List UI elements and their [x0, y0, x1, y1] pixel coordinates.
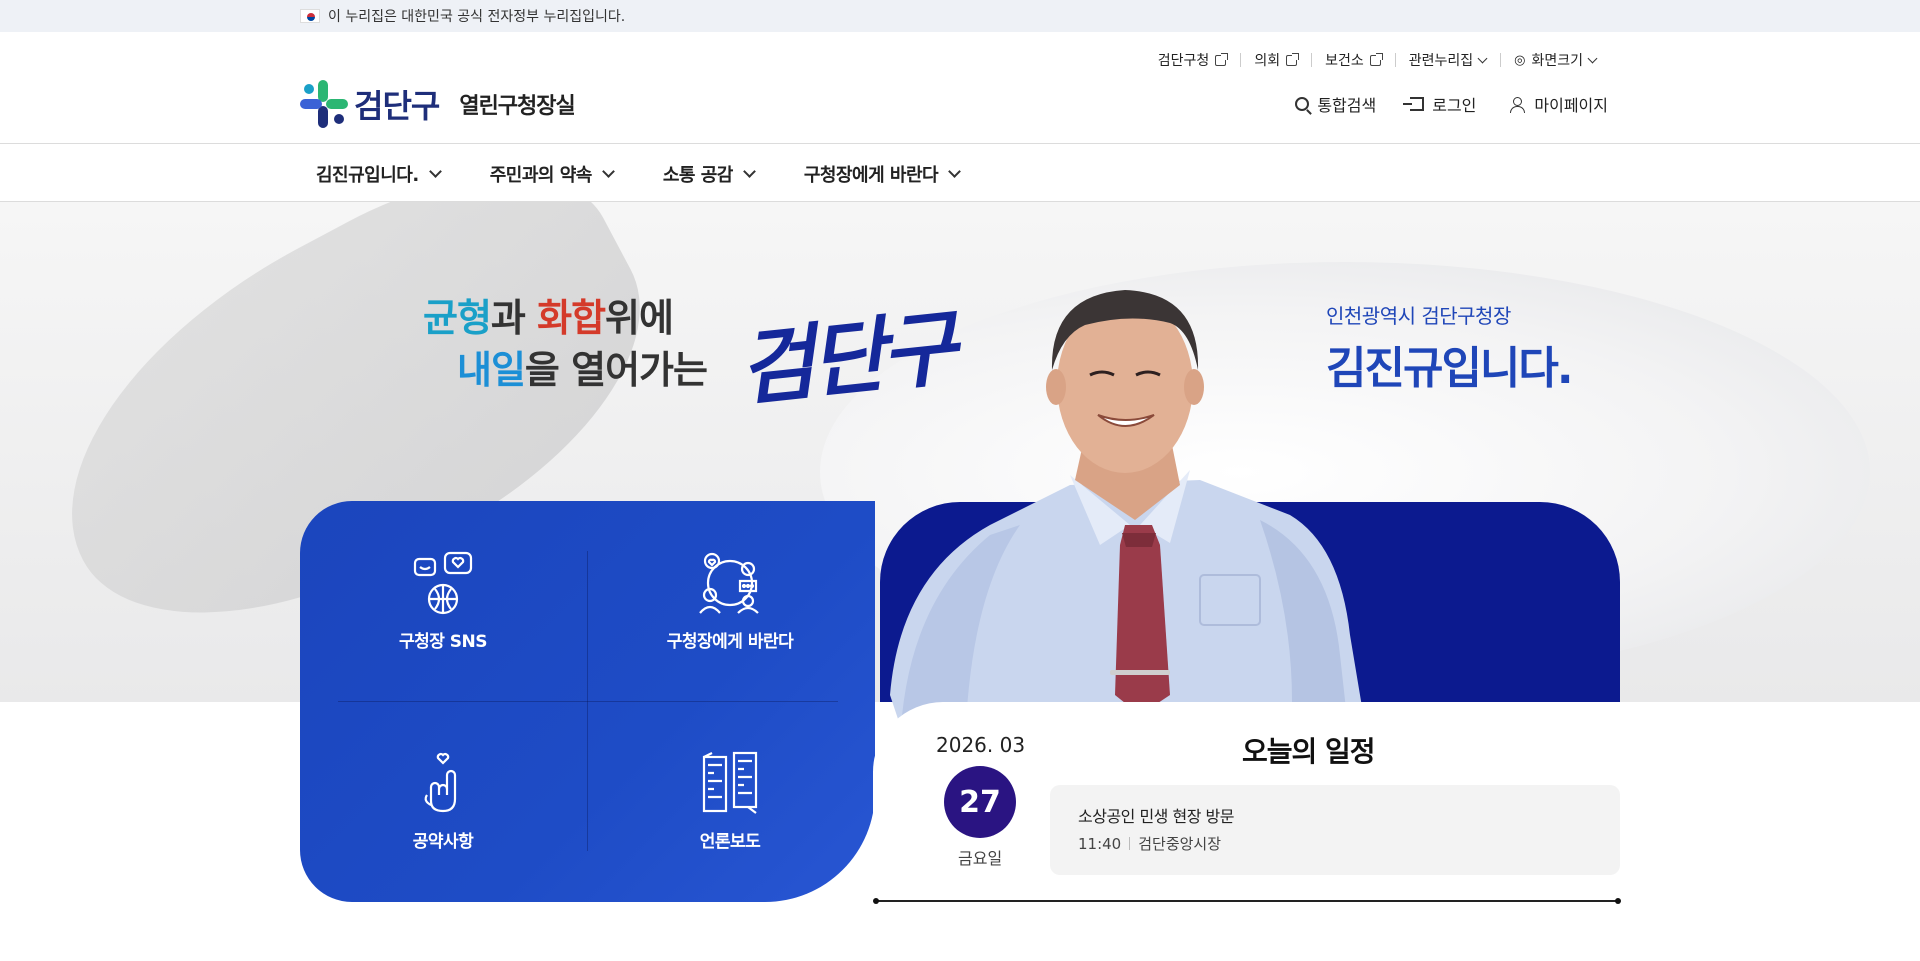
nav-item-communication[interactable]: 소통 공감 [662, 161, 756, 187]
login-button[interactable]: 로그인 [1403, 92, 1477, 116]
schedule-event: 소상공인 민생 현장 방문 [1078, 807, 1234, 826]
korea-flag-icon [300, 9, 320, 23]
schedule-day: 27 [944, 766, 1016, 838]
external-link-icon [1215, 52, 1229, 66]
schedule-time: 11:40 [1078, 834, 1122, 853]
search-icon [1295, 97, 1310, 111]
promise-hand-icon [424, 753, 457, 813]
slogan-word: 균형 [423, 296, 492, 340]
mayor-photo [890, 290, 1370, 755]
dropdown-label: 관련누리집 [1408, 53, 1474, 69]
logo-name: 검단구 [354, 87, 440, 125]
quick-menu-panel: 구청장 SNS 구청장에게 바란다 공약사항 언론보도 [300, 501, 875, 902]
chevron-down-icon [1477, 53, 1488, 63]
slogan-word: 을 열어가는 [524, 348, 708, 392]
nav-label: 주민과의 약속 [489, 164, 593, 186]
schedule-year-month: 2026. 03 [936, 733, 1026, 757]
nav-label: 소통 공감 [662, 164, 734, 186]
login-label: 로그인 [1432, 96, 1477, 115]
search-label: 통합검색 [1317, 96, 1377, 115]
logo[interactable]: 검단구 열린구청장실 [300, 80, 576, 128]
schedule-title: 오늘의 일정 [1242, 735, 1376, 768]
mypage-button[interactable]: 마이페이지 [1510, 92, 1608, 116]
main-navigation: 김진규입니다. 주민과의 약속 소통 공감 구청장에게 바란다 [0, 145, 1920, 202]
chevron-down-icon [1587, 53, 1598, 63]
logo-mark-icon [300, 80, 348, 128]
dropdown-label: 화면크기 [1531, 53, 1583, 69]
chevron-down-icon [742, 165, 756, 178]
search-button[interactable]: 통합검색 [1295, 92, 1376, 116]
conversation-icon [699, 552, 759, 614]
mypage-label: 마이페이지 [1534, 96, 1608, 115]
quick-menu-petition[interactable]: 구청장에게 바란다 [605, 551, 855, 652]
site-title: 열린구청장실 [459, 94, 575, 119]
external-link-icon [1286, 52, 1300, 66]
quick-menu-label: 공약사항 [412, 832, 474, 852]
quick-menu-promises[interactable]: 공약사항 [318, 751, 568, 852]
link-health-center[interactable]: 보건소 [1311, 50, 1395, 70]
nav-item-about[interactable]: 김진규입니다. [316, 161, 442, 187]
utility-links: 검단구청 의회 보건소 관련누리집 ◎ 화면크기 [1144, 50, 1610, 70]
eye-icon: ◎ [1514, 52, 1526, 68]
hero-slogan: 균형과 화합위에 내일을 열어가는 [423, 292, 708, 396]
chevron-down-icon [428, 165, 442, 178]
divider [338, 701, 838, 702]
chevron-down-icon [948, 165, 961, 178]
slogan-word: 화합 [537, 296, 606, 340]
gov-banner-text: 이 누리집은 대한민국 공식 전자정부 누리집입니다. [328, 9, 626, 25]
quick-menu-press[interactable]: 언론보도 [605, 751, 855, 852]
press-news-icon [702, 751, 758, 814]
schedule-progress-line [873, 898, 1621, 904]
quick-menu-sns[interactable]: 구청장 SNS [318, 551, 568, 652]
related-sites-dropdown[interactable]: 관련누리집 [1394, 50, 1500, 70]
screen-size-dropdown[interactable]: ◎ 화면크기 [1500, 50, 1610, 70]
quick-menu-label: 구청장에게 바란다 [666, 632, 794, 652]
chevron-down-icon [601, 165, 615, 178]
nav-label: 구청장에게 바란다 [803, 164, 939, 186]
link-label: 의회 [1254, 53, 1281, 69]
gov-banner: 이 누리집은 대한민국 공식 전자정부 누리집입니다. [0, 0, 1920, 32]
schedule-meta: 11:40 검단중앙시장 [1078, 833, 1221, 854]
divider [1129, 837, 1131, 850]
link-label: 보건소 [1325, 53, 1364, 69]
quick-menu-label: 구청장 SNS [398, 632, 488, 652]
schedule-weekday: 금요일 [958, 849, 1003, 868]
user-icon [1510, 97, 1526, 113]
site-header: 검단구 열린구청장실 검단구청 의회 보건소 관련누리집 ◎ 화면크기 통합검색 [0, 32, 1920, 144]
slogan-word: 내일 [457, 348, 526, 392]
slogan-word: 위에 [605, 296, 674, 340]
link-council[interactable]: 의회 [1240, 50, 1311, 70]
external-link-icon [1369, 52, 1383, 66]
utility-main: 통합검색 로그인 마이페이지 [1295, 92, 1608, 116]
sns-globe-icon [413, 551, 473, 615]
slogan-word: 과 [490, 296, 538, 340]
nav-item-promises[interactable]: 주민과의 약속 [489, 161, 615, 187]
link-label: 검단구청 [1157, 53, 1210, 69]
login-icon [1403, 97, 1425, 111]
nav-item-petition[interactable]: 구청장에게 바란다 [803, 161, 961, 187]
nav-label: 김진규입니다. [316, 164, 419, 186]
schedule-place: 검단중앙시장 [1138, 835, 1222, 853]
quick-menu-label: 언론보도 [699, 832, 761, 852]
link-gumdan-office[interactable]: 검단구청 [1144, 50, 1241, 70]
schedule-item[interactable]: 소상공인 민생 현장 방문 11:40 검단중앙시장 [1050, 785, 1620, 875]
